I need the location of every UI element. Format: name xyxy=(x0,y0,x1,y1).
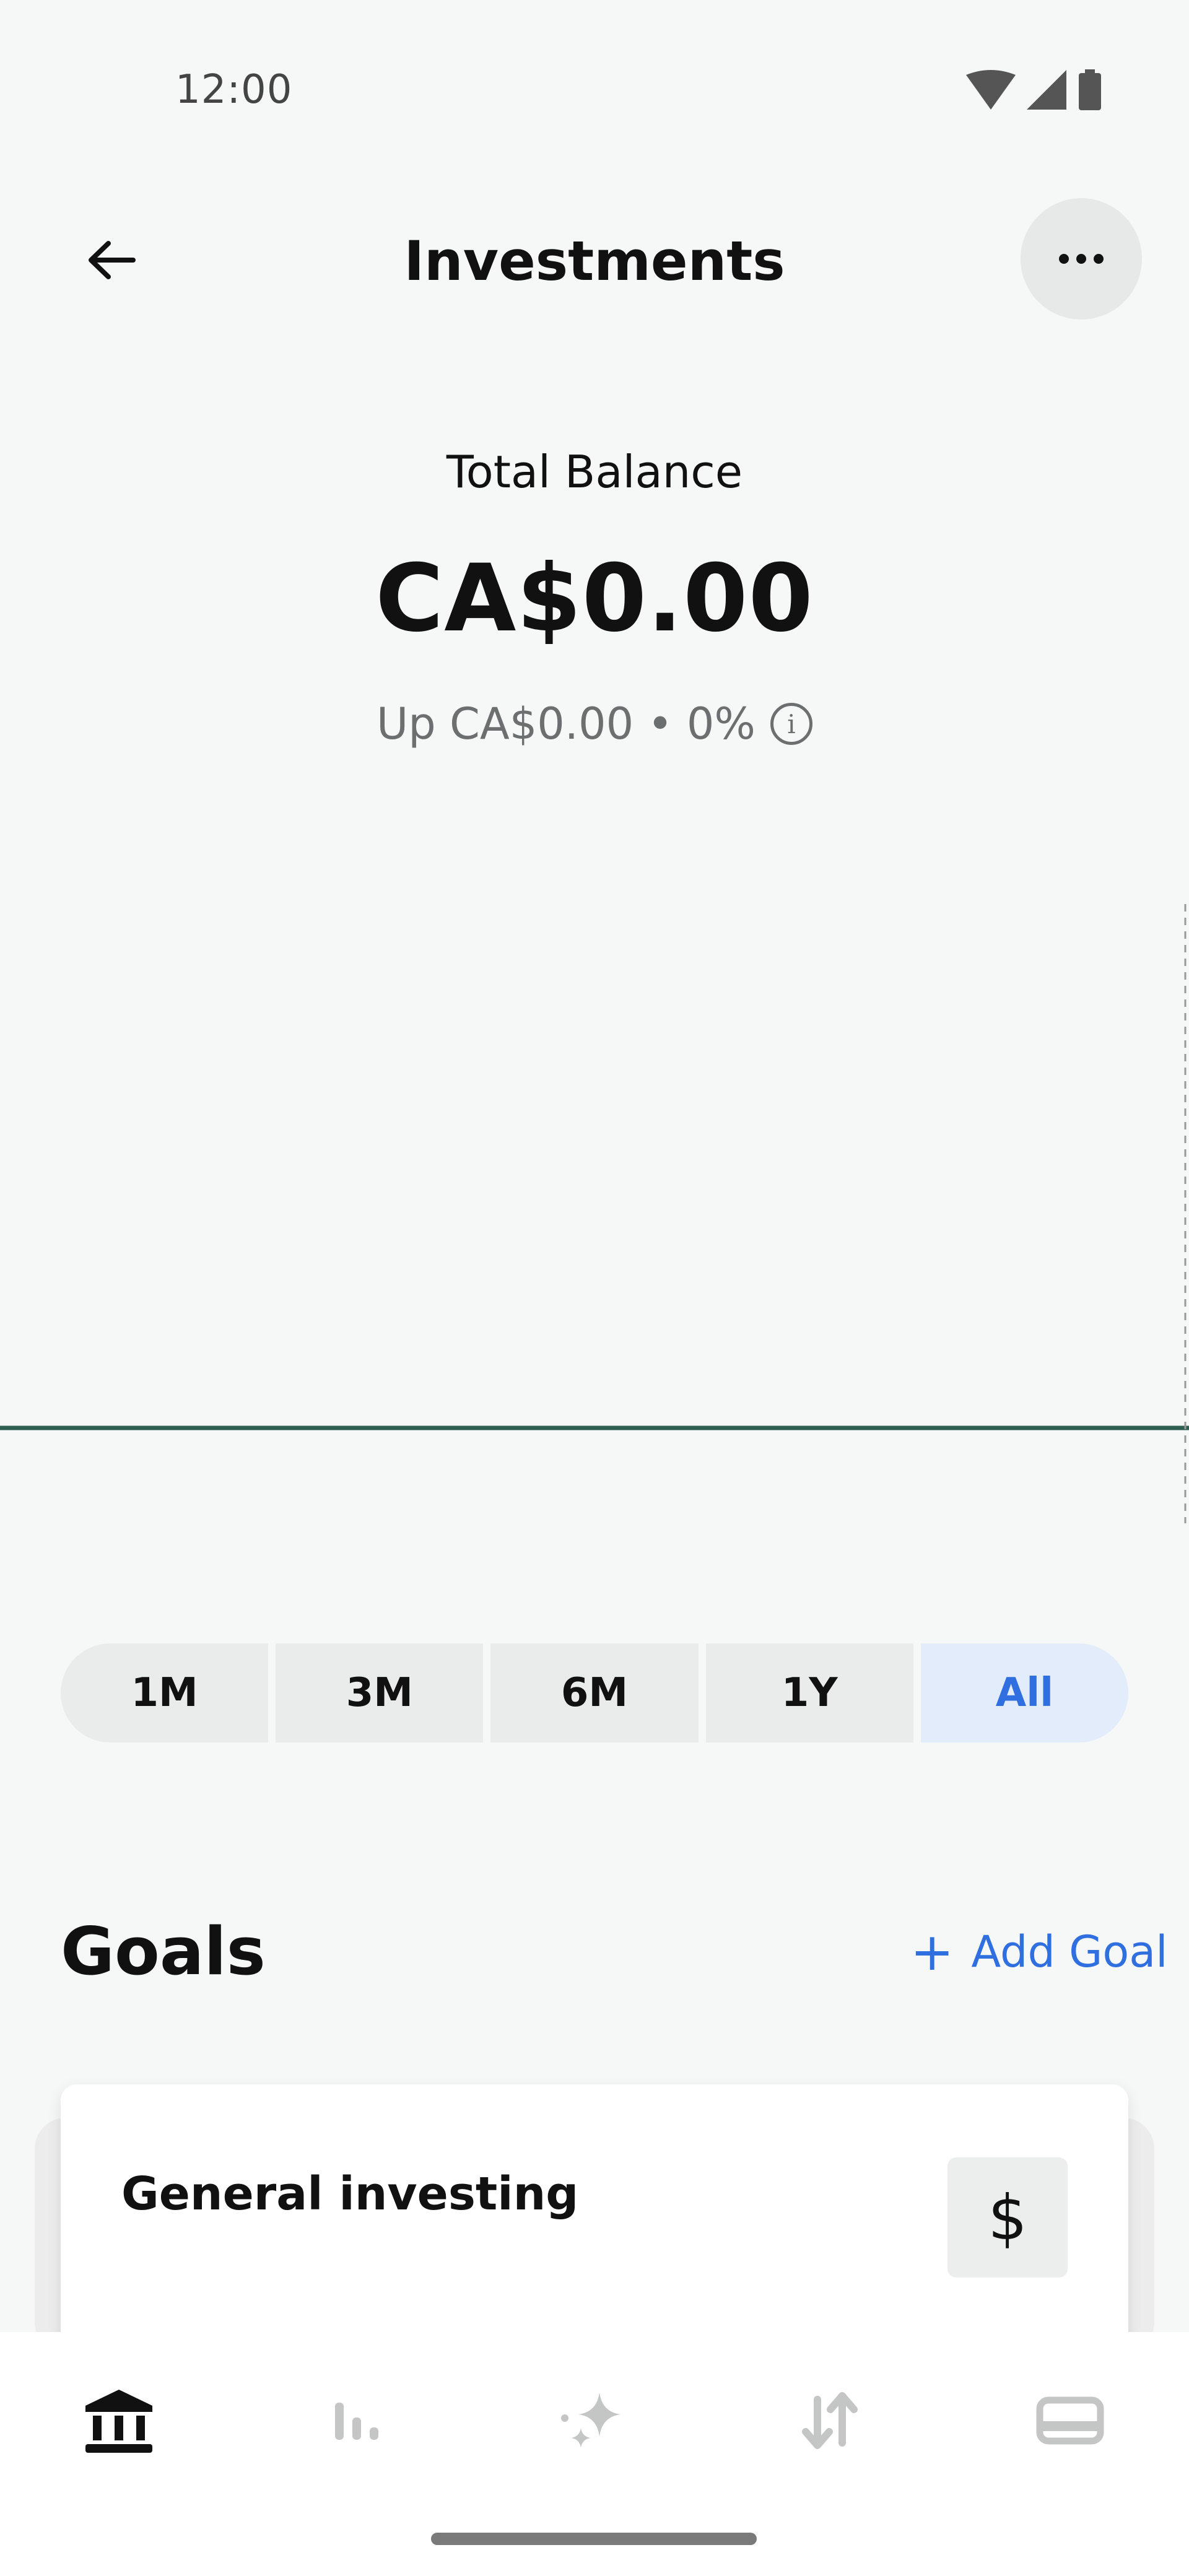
wifi-icon xyxy=(966,70,1016,110)
balance-change-text: Up CA$0.00 • 0% xyxy=(377,698,756,749)
bank-icon xyxy=(85,2390,152,2453)
more-options-button[interactable] xyxy=(1021,198,1142,320)
range-6m-button[interactable]: 6M xyxy=(490,1643,699,1743)
nav-discover[interactable] xyxy=(538,2378,649,2465)
total-balance-amount: CA$0.00 xyxy=(375,545,814,653)
bar-chart-icon xyxy=(335,2403,378,2440)
add-goal-button[interactable]: + Add Goal xyxy=(910,1926,1168,1978)
back-button[interactable] xyxy=(74,223,149,297)
nav-card[interactable] xyxy=(1014,2378,1126,2465)
plus-icon: + xyxy=(910,1921,954,1982)
home-indicator[interactable] xyxy=(431,2533,757,2545)
card-icon xyxy=(1036,2396,1104,2445)
nav-transfer[interactable] xyxy=(774,2378,886,2465)
info-icon[interactable]: i xyxy=(770,703,812,745)
range-1m-button[interactable]: 1M xyxy=(61,1643,269,1743)
range-3m-button[interactable]: 3M xyxy=(276,1643,484,1743)
total-balance-label: Total Balance xyxy=(446,446,743,498)
nav-home[interactable] xyxy=(63,2378,175,2465)
range-all-button[interactable]: All xyxy=(920,1643,1128,1743)
battery-icon xyxy=(1079,69,1101,110)
time-range-selector: 1M 3M 6M 1Y All xyxy=(61,1643,1128,1743)
add-goal-label: Add Goal xyxy=(971,1926,1168,1977)
page-title: Investments xyxy=(404,229,785,293)
dollar-icon: $ xyxy=(947,2157,1068,2278)
range-1y-button[interactable]: 1Y xyxy=(705,1643,913,1743)
goal-name: General investing xyxy=(121,2167,579,2221)
sparkle-icon xyxy=(561,2392,621,2448)
arrow-left-icon xyxy=(89,241,136,279)
balance-chart xyxy=(0,904,1189,1523)
signal-icon xyxy=(1027,70,1066,110)
status-icons xyxy=(966,68,1115,111)
balance-change-row: Up CA$0.00 • 0% i xyxy=(0,698,1189,749)
status-time: 12:00 xyxy=(175,67,293,113)
goals-title: Goals xyxy=(61,1913,266,1990)
nav-activity[interactable] xyxy=(301,2378,412,2465)
more-icon xyxy=(1059,254,1069,264)
transfer-icon xyxy=(802,2392,858,2449)
